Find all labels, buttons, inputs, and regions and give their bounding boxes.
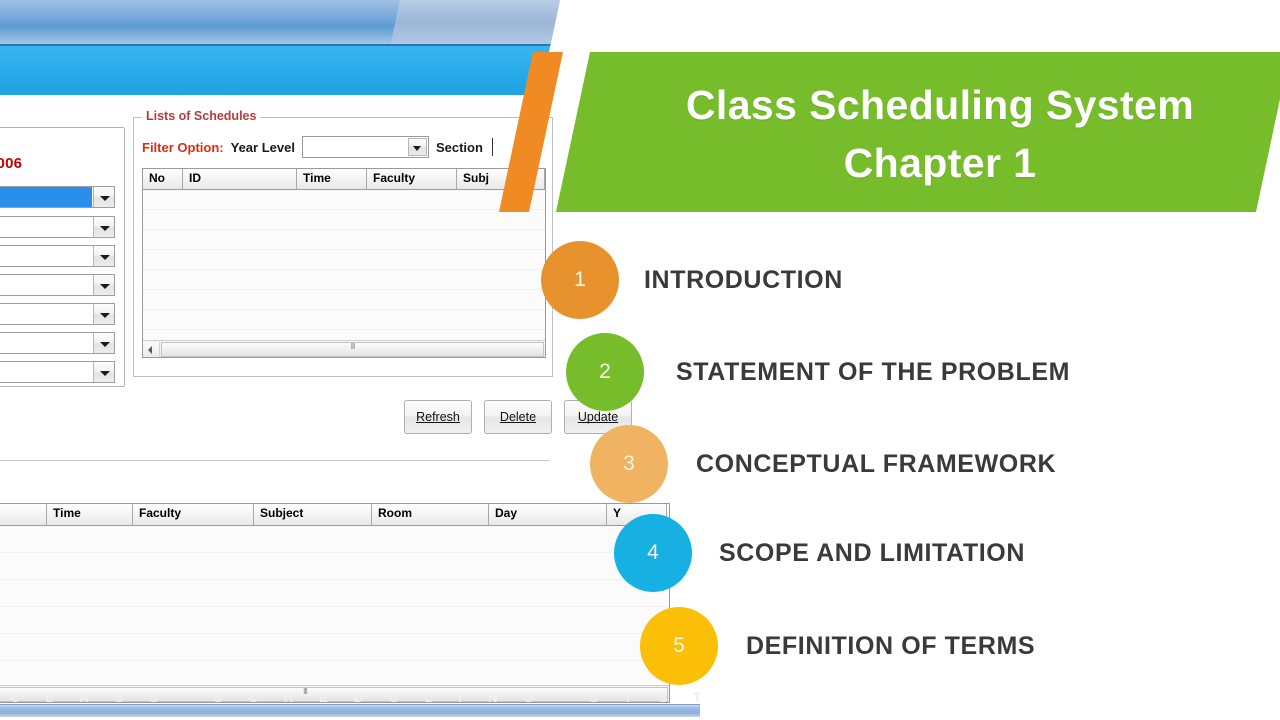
agenda-label-3: CONCEPTUAL FRAMEWORK <box>696 449 1057 478</box>
slide-canvas: 0006 <box>0 0 1280 720</box>
agenda-number-3: 3 <box>623 452 635 475</box>
agenda-bullet-1: 1 <box>541 241 619 319</box>
agenda-number-1: 1 <box>574 268 586 291</box>
agenda-bullet-3: 3 <box>590 425 668 503</box>
agenda-bullet-4: 4 <box>614 514 692 592</box>
agenda-item-definition-of-terms[interactable]: 5 DEFINITION OF TERMS <box>640 607 1035 685</box>
agenda-item-scope-and-limitation[interactable]: 4 SCOPE AND LIMITATION <box>614 514 1025 592</box>
agenda-number-4: 4 <box>647 541 659 564</box>
agenda-item-statement-of-the-problem[interactable]: 2 STATEMENT OF THE PROBLEM <box>566 333 1070 411</box>
agenda-label-1: INTRODUCTION <box>644 265 843 294</box>
agenda-bullet-5: 5 <box>640 607 718 685</box>
agenda-number-2: 2 <box>599 360 611 383</box>
agenda-label-4: SCOPE AND LIMITATION <box>719 538 1025 567</box>
agenda-label-5: DEFINITION OF TERMS <box>746 631 1036 660</box>
agenda-label-2: STATEMENT OF THE PROBLEM <box>676 357 1071 386</box>
agenda-list: 1 INTRODUCTION 2 STATEMENT OF THE PROBLE… <box>0 0 1280 720</box>
agenda-item-introduction[interactable]: 1 INTRODUCTION <box>541 241 843 319</box>
agenda-item-conceptual-framework[interactable]: 3 CONCEPTUAL FRAMEWORK <box>590 425 1056 503</box>
agenda-number-5: 5 <box>673 634 685 657</box>
agenda-bullet-2: 2 <box>566 333 644 411</box>
